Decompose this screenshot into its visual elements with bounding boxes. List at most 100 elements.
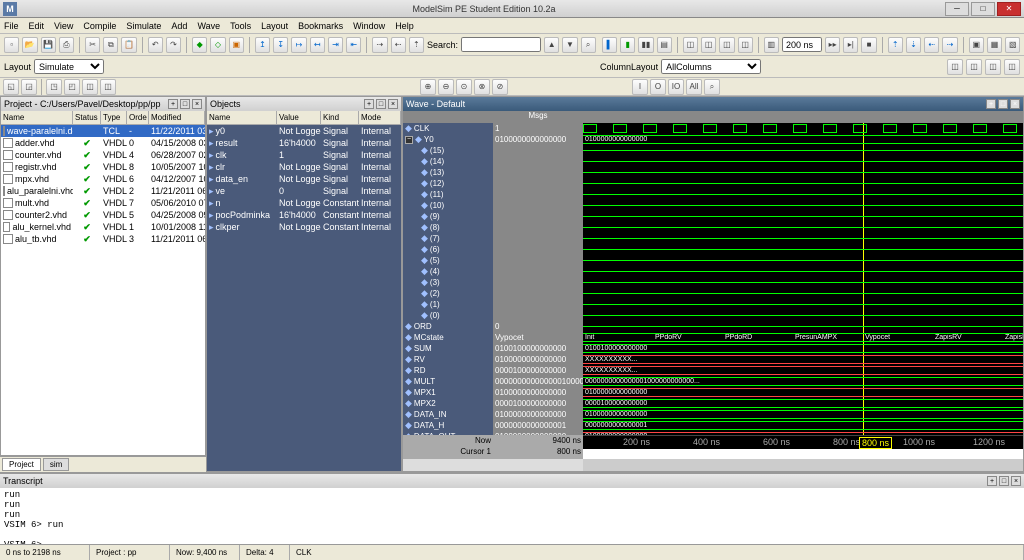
menu-wave[interactable]: Wave <box>197 21 220 31</box>
menu-view[interactable]: View <box>54 21 73 31</box>
tab-sim[interactable]: sim <box>43 458 69 471</box>
step6-icon[interactable]: ⇤ <box>346 37 361 53</box>
c1-icon[interactable]: ▥ <box>764 37 779 53</box>
g3-icon[interactable]: ◫ <box>985 59 1001 75</box>
nav4-icon[interactable]: ⇢ <box>942 37 957 53</box>
obj-max-icon[interactable]: □ <box>376 99 386 109</box>
search-go-icon[interactable]: ⌕ <box>581 37 596 53</box>
t3d-icon[interactable]: ◰ <box>64 79 80 95</box>
redo-icon[interactable]: ↷ <box>166 37 181 53</box>
transcript-body[interactable]: runrunrunVSIM 6> run VSIM 6> <box>0 488 1024 544</box>
g1-icon[interactable]: ◫ <box>947 59 963 75</box>
tr-max-icon[interactable]: □ <box>999 476 1009 486</box>
col-modified[interactable]: Modified <box>149 111 205 124</box>
zoom-in-icon[interactable]: ⊕ <box>420 79 436 95</box>
project-row[interactable]: adder.vhd✔VHDL004/15/2008 03:16:30 ... <box>1 137 205 149</box>
object-row[interactable]: ▸y0Not LoggedSignalInternal <box>207 125 401 137</box>
column-layout-select[interactable]: AllColumns <box>661 59 761 74</box>
wave-signal[interactable]: ◆MPX1 <box>403 387 493 398</box>
project-row[interactable]: wave-paralelni.doTCL-11/22/2011 03:03:06… <box>1 125 205 137</box>
time-input[interactable] <box>782 37 822 52</box>
end1-icon[interactable]: ▣ <box>969 37 984 53</box>
stop-icon[interactable]: ■ <box>861 37 876 53</box>
search-down-icon[interactable]: ▼ <box>562 37 577 53</box>
project-row[interactable]: mpx.vhd✔VHDL604/12/2007 10:22:38 ... <box>1 173 205 185</box>
project-row[interactable]: alu_tb.vhd✔VHDL311/21/2011 06:32:40 ... <box>1 233 205 245</box>
undo-icon[interactable]: ↶ <box>148 37 163 53</box>
menu-add[interactable]: Add <box>171 21 187 31</box>
cursor-left-icon[interactable]: ▌ <box>602 37 617 53</box>
sel1-icon[interactable]: I <box>632 79 648 95</box>
t3f-icon[interactable]: ◫ <box>100 79 116 95</box>
object-row[interactable]: ▸ve0SignalInternal <box>207 185 401 197</box>
wave1-icon[interactable]: ⇢ <box>372 37 387 53</box>
b2-icon[interactable]: ◫ <box>701 37 716 53</box>
obj-col-mode[interactable]: Mode <box>359 111 401 124</box>
paste-icon[interactable]: 📋 <box>121 37 136 53</box>
wave-close-icon[interactable]: × <box>1010 99 1020 109</box>
wave-signal[interactable]: ◆MULT <box>403 376 493 387</box>
wave-signal[interactable]: ◆CLK <box>403 123 493 134</box>
project-row[interactable]: counter.vhd✔VHDL406/28/2007 02:09:04 ... <box>1 149 205 161</box>
wave-signal[interactable]: ◆(2) <box>403 288 493 299</box>
tr-pin-icon[interactable]: + <box>987 476 997 486</box>
sim-icon[interactable]: ▣ <box>229 37 244 53</box>
object-row[interactable]: ▸clrNot LoggedSignalInternal <box>207 161 401 173</box>
wave-signal[interactable]: ◆(13) <box>403 167 493 178</box>
menu-simulate[interactable]: Simulate <box>126 21 161 31</box>
menu-window[interactable]: Window <box>353 21 385 31</box>
wave-signal[interactable]: ◆(15) <box>403 145 493 156</box>
zoom-full-icon[interactable]: ⊙ <box>456 79 472 95</box>
maximize-button[interactable]: □ <box>971 2 995 16</box>
sel3-icon[interactable]: IO <box>668 79 684 95</box>
wave-signal[interactable]: ◆(1) <box>403 299 493 310</box>
obj-close-icon[interactable]: × <box>388 99 398 109</box>
search-up-icon[interactable]: ▲ <box>544 37 559 53</box>
step4-icon[interactable]: ↤ <box>310 37 325 53</box>
wave-signal[interactable]: ◆(7) <box>403 233 493 244</box>
wave-signal[interactable]: ◆(8) <box>403 222 493 233</box>
col-type[interactable]: Type <box>101 111 127 124</box>
wave-signal[interactable]: ◆RV <box>403 354 493 365</box>
wave-signal[interactable]: ◆(9) <box>403 211 493 222</box>
wave-signal[interactable]: ◆(5) <box>403 255 493 266</box>
obj-col-value[interactable]: Value <box>277 111 321 124</box>
search-input[interactable] <box>461 37 541 52</box>
save-icon[interactable]: 💾 <box>41 37 56 53</box>
wave-signal[interactable]: ◆DATA_H <box>403 420 493 431</box>
zoom-fit-icon[interactable]: ⊗ <box>474 79 490 95</box>
object-row[interactable]: ▸nNot LoggedConstantInternal <box>207 197 401 209</box>
zoom-out-icon[interactable]: ⊖ <box>438 79 454 95</box>
b1-icon[interactable]: ◫ <box>683 37 698 53</box>
compile-icon[interactable]: ◆ <box>192 37 207 53</box>
wave-signal[interactable]: ◆(11) <box>403 189 493 200</box>
wave-signal[interactable]: ◆MCstate <box>403 332 493 343</box>
sel4-icon[interactable]: All <box>686 79 702 95</box>
wave-hscroll[interactable] <box>583 459 1023 471</box>
wave-signal[interactable]: ◆ORD <box>403 321 493 332</box>
menu-layout[interactable]: Layout <box>261 21 288 31</box>
nav1-icon[interactable]: ⇡ <box>888 37 903 53</box>
t3c-icon[interactable]: ◳ <box>46 79 62 95</box>
zoom-last-icon[interactable]: ⊘ <box>492 79 508 95</box>
step5-icon[interactable]: ⇥ <box>328 37 343 53</box>
wave-signal[interactable]: ◆(3) <box>403 277 493 288</box>
step-icon[interactable]: ↥ <box>255 37 270 53</box>
wave-max-icon[interactable]: □ <box>998 99 1008 109</box>
compile-all-icon[interactable]: ◇ <box>210 37 225 53</box>
new-icon[interactable]: ▫ <box>4 37 19 53</box>
wave-signal[interactable]: −◆Y0 <box>403 134 493 145</box>
nav2-icon[interactable]: ⇣ <box>906 37 921 53</box>
wave-plot[interactable]: 0100000000000000InitPPdoRVPPdoRDPresunAM… <box>583 123 1023 435</box>
run-icon[interactable]: ▸▸ <box>825 37 840 53</box>
t3e-icon[interactable]: ◫ <box>82 79 98 95</box>
wave-signal[interactable]: ◆SUM <box>403 343 493 354</box>
b4-icon[interactable]: ◫ <box>738 37 753 53</box>
step2-icon[interactable]: ↧ <box>273 37 288 53</box>
obj-col-name[interactable]: Name <box>207 111 277 124</box>
tr-close-icon[interactable]: × <box>1011 476 1021 486</box>
wave-signal[interactable]: ◆DATA_IN <box>403 409 493 420</box>
wave-signal[interactable]: ◆RD <box>403 365 493 376</box>
project-row[interactable]: alu_kernel.vhd✔VHDL110/01/2008 11:26:18 … <box>1 221 205 233</box>
col-name[interactable]: Name <box>1 111 73 124</box>
